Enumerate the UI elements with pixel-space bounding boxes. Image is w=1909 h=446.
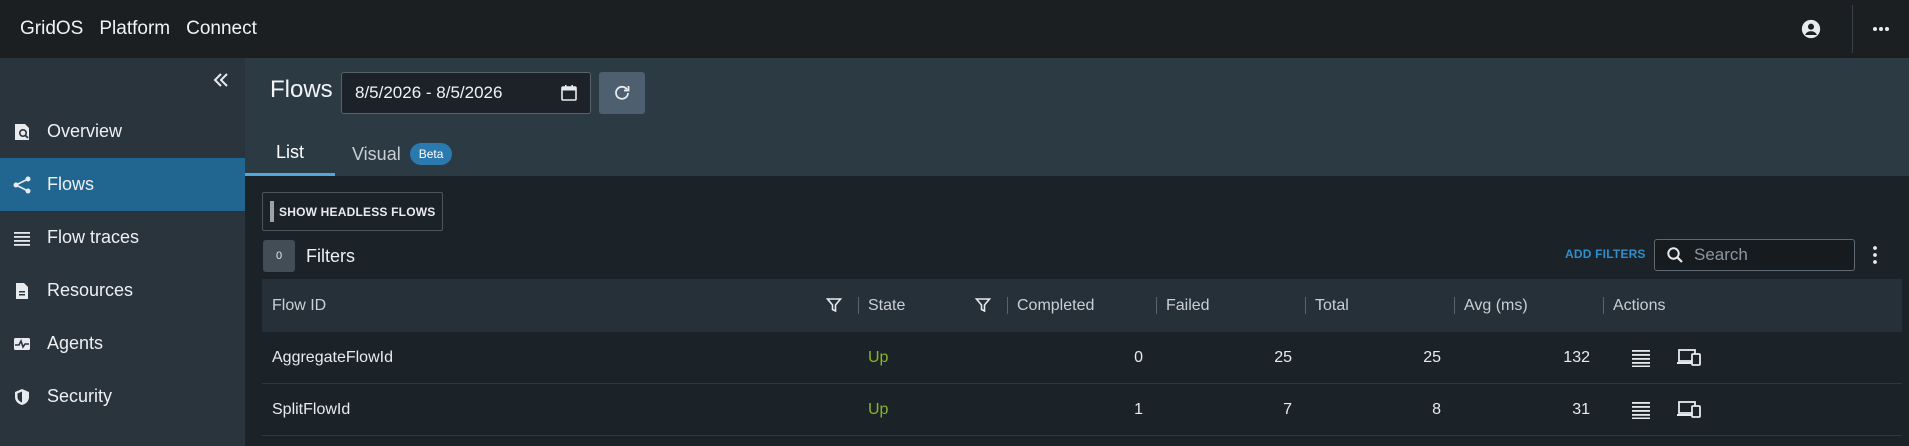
main-content: Flows 8/5/2026 - 8/5/2026 List Visual Be… <box>245 58 1909 446</box>
page-header: Flows 8/5/2026 - 8/5/2026 List Visual Be… <box>245 58 1909 176</box>
failed-cell: 25 <box>1274 349 1292 366</box>
pulse-icon <box>14 337 30 350</box>
table-row[interactable]: SplitFlowId Up 1 7 8 31 <box>262 384 1902 436</box>
brand: GridOS Platform Connect <box>0 18 257 40</box>
brand-platform[interactable]: Platform <box>99 18 170 40</box>
column-separator[interactable] <box>1305 297 1306 314</box>
completed-cell: 0 <box>1134 349 1143 366</box>
total-cell: 8 <box>1432 401 1441 418</box>
top-right-controls <box>1800 0 1909 58</box>
sidebar-nav: Overview Flows Flow traces Resources Age… <box>0 105 245 423</box>
more-vertical-icon[interactable] <box>1871 245 1879 265</box>
column-header-actions: Actions <box>1613 296 1666 314</box>
date-range-value: 8/5/2026 - 8/5/2026 <box>355 83 503 102</box>
toggle-indicator <box>270 201 274 222</box>
devices-icon[interactable] <box>1676 349 1702 367</box>
column-separator[interactable] <box>1603 297 1604 314</box>
column-header-failed[interactable]: Failed <box>1166 279 1210 332</box>
sidebar-item-label: Resources <box>47 280 134 300</box>
flow-id-cell[interactable]: SplitFlowId <box>272 384 350 436</box>
column-header-completed[interactable]: Completed <box>1017 279 1094 332</box>
filter-count-badge: 0 <box>263 240 295 272</box>
column-header-total[interactable]: Total <box>1315 279 1349 332</box>
tab-visual[interactable]: Visual Beta <box>335 132 453 176</box>
view-tabs: List Visual Beta <box>245 132 453 176</box>
list-content: SHOW HEADLESS FLOWS 0 Filters ADD FILTER… <box>245 176 1909 446</box>
tab-visual-label: Visual <box>352 143 401 164</box>
sidebar-item-flows[interactable]: Flows <box>0 158 245 211</box>
sidebar-item-overview[interactable]: Overview <box>0 105 245 158</box>
beta-badge: Beta <box>409 143 453 165</box>
flow-id-cell[interactable]: AggregateFlowId <box>272 332 393 384</box>
sidebar-item-label: Flows <box>47 174 95 194</box>
more-menu-button[interactable] <box>1853 0 1909 58</box>
filters-label: Filters <box>306 246 355 266</box>
completed-cell: 1 <box>1134 401 1143 418</box>
brand-gridos[interactable]: GridOS <box>20 18 83 40</box>
total-cell: 25 <box>1423 349 1441 366</box>
sidebar-item-label: Security <box>47 386 113 406</box>
refresh-icon <box>615 85 630 100</box>
column-separator[interactable] <box>1454 297 1455 314</box>
failed-cell: 7 <box>1283 401 1292 418</box>
avg-cell: 31 <box>1572 401 1590 418</box>
traces-list-icon[interactable] <box>1630 349 1652 367</box>
column-header-flow-id[interactable]: Flow ID <box>272 279 326 332</box>
account-icon[interactable] <box>1800 18 1822 40</box>
tab-list[interactable]: List <box>245 132 335 176</box>
sidebar-item-resources[interactable]: Resources <box>0 264 245 317</box>
column-header-avg[interactable]: Avg (ms) <box>1464 279 1528 332</box>
flows-table: Flow ID State Completed Failed Total Avg… <box>262 279 1902 436</box>
column-separator[interactable] <box>1156 297 1157 314</box>
filter-funnel-icon[interactable] <box>826 297 842 313</box>
page-title: Flows <box>270 76 333 103</box>
search-box <box>1654 239 1855 271</box>
search-input[interactable] <box>1694 245 1844 265</box>
date-range-input[interactable]: 8/5/2026 - 8/5/2026 <box>341 72 591 114</box>
sidebar-item-security[interactable]: Security <box>0 370 245 423</box>
calendar-icon[interactable] <box>560 84 578 102</box>
shield-icon <box>15 388 29 405</box>
filter-funnel-icon[interactable] <box>975 297 991 313</box>
overview-icon <box>15 123 29 140</box>
collapse-sidebar-icon[interactable] <box>211 70 231 90</box>
list-icon <box>14 231 30 246</box>
top-bar: GridOS Platform Connect <box>0 0 1909 58</box>
search-icon <box>1667 247 1683 263</box>
column-separator[interactable] <box>1007 297 1008 314</box>
sidebar: Overview Flows Flow traces Resources Age… <box>0 58 245 446</box>
sidebar-item-agents[interactable]: Agents <box>0 317 245 370</box>
sidebar-item-flow-traces[interactable]: Flow traces <box>0 211 245 264</box>
refresh-button[interactable] <box>599 72 645 114</box>
devices-icon[interactable] <box>1676 401 1702 419</box>
column-separator[interactable] <box>858 297 859 314</box>
table-row[interactable]: AggregateFlowId Up 0 25 25 132 <box>262 332 1902 384</box>
brand-connect[interactable]: Connect <box>186 18 257 40</box>
sidebar-item-label: Overview <box>47 121 123 141</box>
sidebar-item-label: Agents <box>47 333 104 353</box>
show-headless-flows-button[interactable]: SHOW HEADLESS FLOWS <box>262 192 443 231</box>
more-horizontal-icon <box>1873 27 1889 31</box>
state-cell: Up <box>868 349 889 366</box>
show-headless-flows-label: SHOW HEADLESS FLOWS <box>279 204 436 219</box>
document-icon <box>16 282 28 299</box>
flows-icon <box>13 176 31 193</box>
column-header-state[interactable]: State <box>868 279 905 332</box>
sidebar-item-label: Flow traces <box>47 227 140 247</box>
traces-list-icon[interactable] <box>1630 401 1652 419</box>
add-filters-button[interactable]: ADD FILTERS <box>1565 247 1646 261</box>
avg-cell: 132 <box>1563 349 1590 366</box>
table-header: Flow ID State Completed Failed Total Avg… <box>262 279 1902 332</box>
state-cell: Up <box>868 401 889 418</box>
